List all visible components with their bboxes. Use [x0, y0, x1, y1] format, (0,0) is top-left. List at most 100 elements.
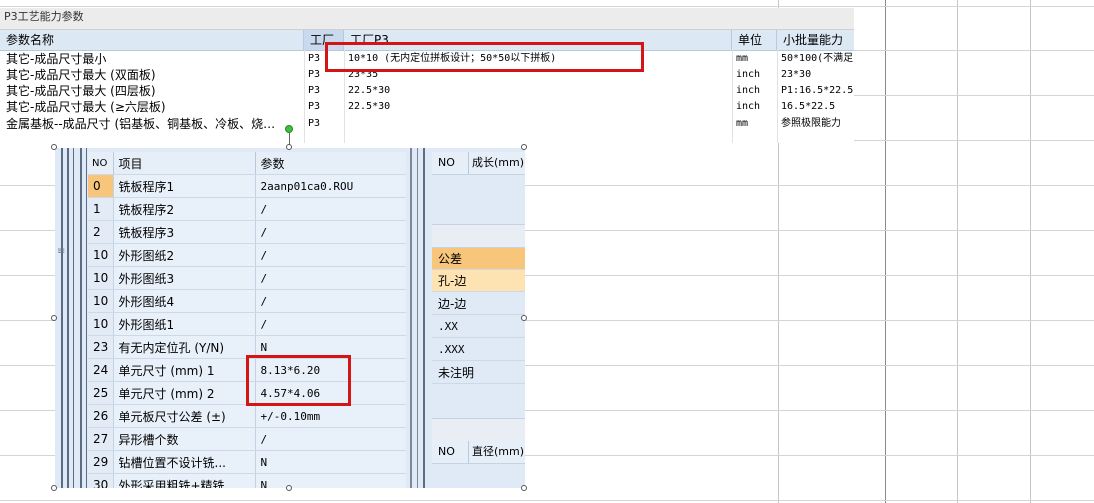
splitter[interactable]	[410, 148, 412, 488]
cell-no: 23	[88, 335, 114, 359]
process-capability-table[interactable]: P3工艺能力参数 参数名称 工厂 工厂P3 单位 小批量能力 其它-成品尺寸最小…	[0, 8, 854, 143]
table-row: 其它-成品尺寸最大 (≥六层板) P3 22.5*30 inch 16.5*22…	[0, 99, 854, 115]
table-row: 金属基板--成品尺寸 (铝基板、铜基板、冷板、烧… P3 mm 参照极限能力	[0, 116, 854, 132]
header-param: 参数	[255, 152, 406, 175]
grid-row[interactable]: 26 单元板尺寸公差 (±) +/-0.10mm	[88, 404, 406, 428]
cell-no: 0	[88, 174, 114, 198]
header-item: 项目	[113, 152, 256, 175]
panel-border-stripe	[73, 148, 74, 488]
cell-no: 10	[88, 312, 114, 336]
table-row: 其它-成品尺寸最大 (四层板) P3 22.5*30 inch P1:16.5*…	[0, 83, 854, 99]
resize-handle[interactable]	[51, 315, 57, 321]
sheet-gridline	[885, 0, 886, 503]
tolerance-item[interactable]: .XX	[432, 316, 525, 338]
milling-params-panel[interactable]: ≡ NO 项目 参数 0 铣板程序1 2aanp01ca0.ROU 1 铣板程序2/ …	[55, 148, 525, 488]
tolerance-item[interactable]: 孔-边	[432, 270, 525, 292]
cell-param[interactable]: /	[255, 266, 406, 290]
resize-handle[interactable]	[51, 144, 57, 150]
sheet-gridline	[1030, 0, 1031, 503]
cell-capacity: 23*30	[781, 69, 812, 80]
cell-item: 外形图纸2	[113, 243, 256, 267]
header-capacity: 小批量能力	[783, 33, 844, 47]
grid-row[interactable]: 10 外形图纸4/	[88, 289, 406, 313]
panel-border-stripe	[86, 148, 87, 488]
resize-handle[interactable]	[51, 485, 57, 491]
sheet-gridline	[0, 6, 1094, 7]
table-title: P3工艺能力参数	[0, 8, 854, 30]
cell-item: 外形采用粗铣+精铣...	[113, 473, 256, 488]
highlight-box	[325, 42, 644, 72]
resize-handle[interactable]	[521, 144, 527, 150]
grid-row[interactable]: 1 铣板程序2/	[88, 197, 406, 221]
grid-row[interactable]: 30 外形采用粗铣+精铣... N	[88, 473, 406, 488]
grid-row[interactable]: 10 外形图纸2/	[88, 243, 406, 267]
cell-param[interactable]: /	[255, 197, 406, 221]
cell-no: 25	[88, 381, 114, 405]
sheet-gridline	[957, 0, 958, 503]
cell-param[interactable]: 2aanp01ca0.ROU	[255, 174, 406, 198]
grid-row[interactable]: 27 异形槽个数 /	[88, 427, 406, 451]
cell-no: 10	[88, 266, 114, 290]
cell-name: 其它-成品尺寸最小	[6, 52, 107, 66]
resize-handle[interactable]	[521, 485, 527, 491]
splitter	[417, 148, 418, 488]
cell-name: 其它-成品尺寸最大 (双面板)	[6, 68, 156, 82]
cell-name: 金属基板--成品尺寸 (铝基板、铜基板、冷板、烧…	[6, 117, 276, 131]
cell-param[interactable]: /	[255, 312, 406, 336]
header-no: NO	[88, 152, 114, 175]
highlight-box	[246, 355, 351, 406]
grid-row[interactable]: 10 外形图纸1/	[88, 312, 406, 336]
cell-param[interactable]: /	[255, 243, 406, 267]
grid-row[interactable]: 0 铣板程序1 2aanp01ca0.ROU	[88, 174, 406, 198]
rotate-handle[interactable]	[285, 125, 293, 133]
panel-border-stripe	[67, 148, 69, 488]
cell-value	[348, 116, 733, 132]
cell-item: 外形图纸3	[113, 266, 256, 290]
cell-capacity: 参照极限能力	[781, 118, 841, 129]
cell-param[interactable]: N	[255, 450, 406, 474]
tolerance-item[interactable]: .XXX	[432, 339, 525, 361]
tolerance-item[interactable]: 未注明	[432, 362, 525, 384]
grid-row[interactable]: 2 铣板程序3/	[88, 220, 406, 244]
tolerance-header: 公差	[432, 248, 525, 270]
cell-item: 铣板程序1	[113, 174, 256, 198]
splitter	[423, 148, 425, 488]
cell-param[interactable]: /	[255, 427, 406, 451]
cell-unit: inch	[736, 101, 761, 112]
cell-item: 铣板程序3	[113, 220, 256, 244]
cell-unit: inch	[736, 85, 761, 96]
cell-capacity: P1:16.5*22.5	[781, 85, 854, 96]
cell-name: 其它-成品尺寸最大 (四层板)	[6, 84, 156, 98]
panel-border-stripe	[61, 148, 63, 488]
cell-param[interactable]: N	[255, 473, 406, 488]
right-subpanel: NO 成长(mm) 公差 孔-边 边-边 .XX .XXX 未注明 NO 直径(…	[432, 152, 525, 488]
cell-no: 24	[88, 358, 114, 382]
diameter-header: NO 直径(mm)	[432, 441, 525, 464]
grid-row[interactable]: 29 钻槽位置不设计铣... N	[88, 450, 406, 474]
cell-item: 单元板尺寸公差 (±)	[113, 404, 256, 428]
cell-unit: mm	[736, 118, 749, 129]
cell-item: 单元尺寸 (mm) 1	[113, 358, 256, 382]
cell-param[interactable]: /	[255, 289, 406, 313]
resize-handle[interactable]	[521, 315, 527, 321]
cell-no: 27	[88, 427, 114, 451]
tolerance-item[interactable]: 边-边	[432, 293, 525, 315]
cell-param[interactable]: +/-0.10mm	[255, 404, 406, 428]
cell-param[interactable]: /	[255, 220, 406, 244]
growth-header-no: NO	[438, 156, 455, 169]
cell-process: P3	[308, 118, 321, 129]
cell-no: 10	[88, 243, 114, 267]
cell-capacity: 16.5*22.5	[781, 101, 836, 112]
cell-process: P3	[308, 101, 321, 112]
cell-no: 10	[88, 289, 114, 313]
grid-header-row: NO 项目 参数	[88, 152, 406, 175]
diameter-header-no: NO	[438, 445, 455, 458]
grid-row[interactable]: 10 外形图纸3/	[88, 266, 406, 290]
spacer-bar	[432, 224, 525, 248]
cell-item: 单元尺寸 (mm) 2	[113, 381, 256, 405]
resize-handle[interactable]	[286, 485, 292, 491]
params-grid[interactable]: NO 项目 参数 0 铣板程序1 2aanp01ca0.ROU 1 铣板程序2/ 2铣…	[88, 152, 406, 488]
grip-icon[interactable]: ≡	[57, 247, 67, 262]
cell-no: 30	[88, 473, 114, 488]
resize-handle[interactable]	[286, 144, 292, 150]
